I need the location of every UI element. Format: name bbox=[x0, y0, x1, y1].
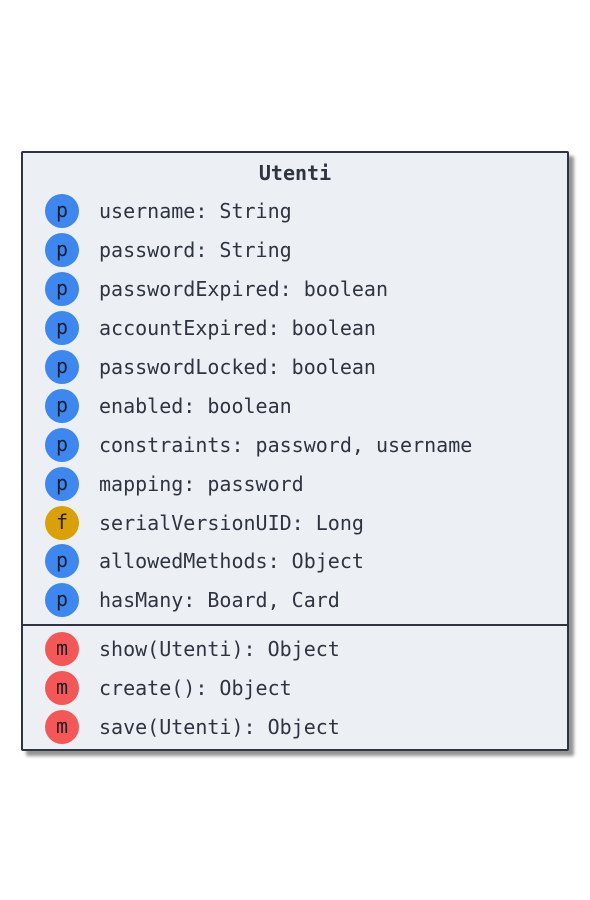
property-icon: p bbox=[45, 233, 79, 268]
section-divider bbox=[23, 624, 567, 626]
field-row: p username: String bbox=[23, 192, 567, 231]
method-row: m save(Utenti): Object bbox=[23, 708, 567, 747]
method-row: m show(Utenti): Object bbox=[23, 630, 567, 669]
method-text: save(Utenti): Object bbox=[99, 715, 340, 740]
property-icon: p bbox=[45, 311, 79, 346]
property-icon: p bbox=[45, 544, 79, 579]
methods-section: m show(Utenti): Object m create(): Objec… bbox=[23, 630, 567, 747]
class-name: Utenti bbox=[258, 161, 332, 185]
method-icon: m bbox=[45, 632, 79, 667]
property-icon: p bbox=[45, 466, 79, 501]
final-field-icon: f bbox=[45, 505, 79, 540]
method-text: create(): Object bbox=[99, 676, 292, 701]
field-text: passwordLocked: boolean bbox=[99, 355, 376, 379]
field-text: allowedMethods: Object bbox=[99, 549, 364, 574]
property-icon: p bbox=[45, 388, 79, 423]
field-row: f serialVersionUID: Long bbox=[23, 503, 567, 542]
field-row: p passwordExpired: boolean bbox=[23, 270, 567, 309]
field-row: p accountExpired: boolean bbox=[23, 309, 567, 348]
field-row: p password: String bbox=[23, 231, 567, 270]
field-row: p hasMany: Board, Card bbox=[23, 581, 567, 620]
field-row: p mapping: password bbox=[23, 464, 567, 503]
property-icon: p bbox=[45, 583, 79, 618]
field-text: password: String bbox=[99, 238, 292, 263]
field-row: p passwordLocked: boolean bbox=[23, 348, 567, 387]
field-text: passwordExpired: boolean bbox=[99, 277, 388, 302]
method-text: show(Utenti): Object bbox=[99, 637, 340, 662]
field-row: p constraints: password, username bbox=[23, 425, 567, 464]
property-icon: p bbox=[45, 272, 79, 307]
method-icon: m bbox=[45, 710, 79, 745]
field-text: hasMany: Board, Card bbox=[99, 588, 340, 613]
field-text: enabled: boolean bbox=[99, 393, 292, 418]
fields-section: p username: String p password: String p … bbox=[23, 192, 567, 620]
field-row: p allowedMethods: Object bbox=[23, 542, 567, 581]
field-text: username: String bbox=[99, 199, 292, 224]
method-row: m create(): Object bbox=[23, 669, 567, 708]
field-text: serialVersionUID: Long bbox=[99, 510, 364, 535]
field-row: p enabled: boolean bbox=[23, 386, 567, 425]
property-icon: p bbox=[45, 427, 79, 462]
field-text: accountExpired: boolean bbox=[99, 316, 376, 341]
property-icon: p bbox=[45, 194, 79, 229]
field-text: mapping: password bbox=[99, 471, 304, 496]
property-icon: p bbox=[45, 350, 79, 384]
method-icon: m bbox=[45, 671, 79, 706]
field-text: constraints: password, username bbox=[99, 432, 473, 457]
uml-class-box: Utenti p username: String p password: St… bbox=[21, 151, 569, 751]
